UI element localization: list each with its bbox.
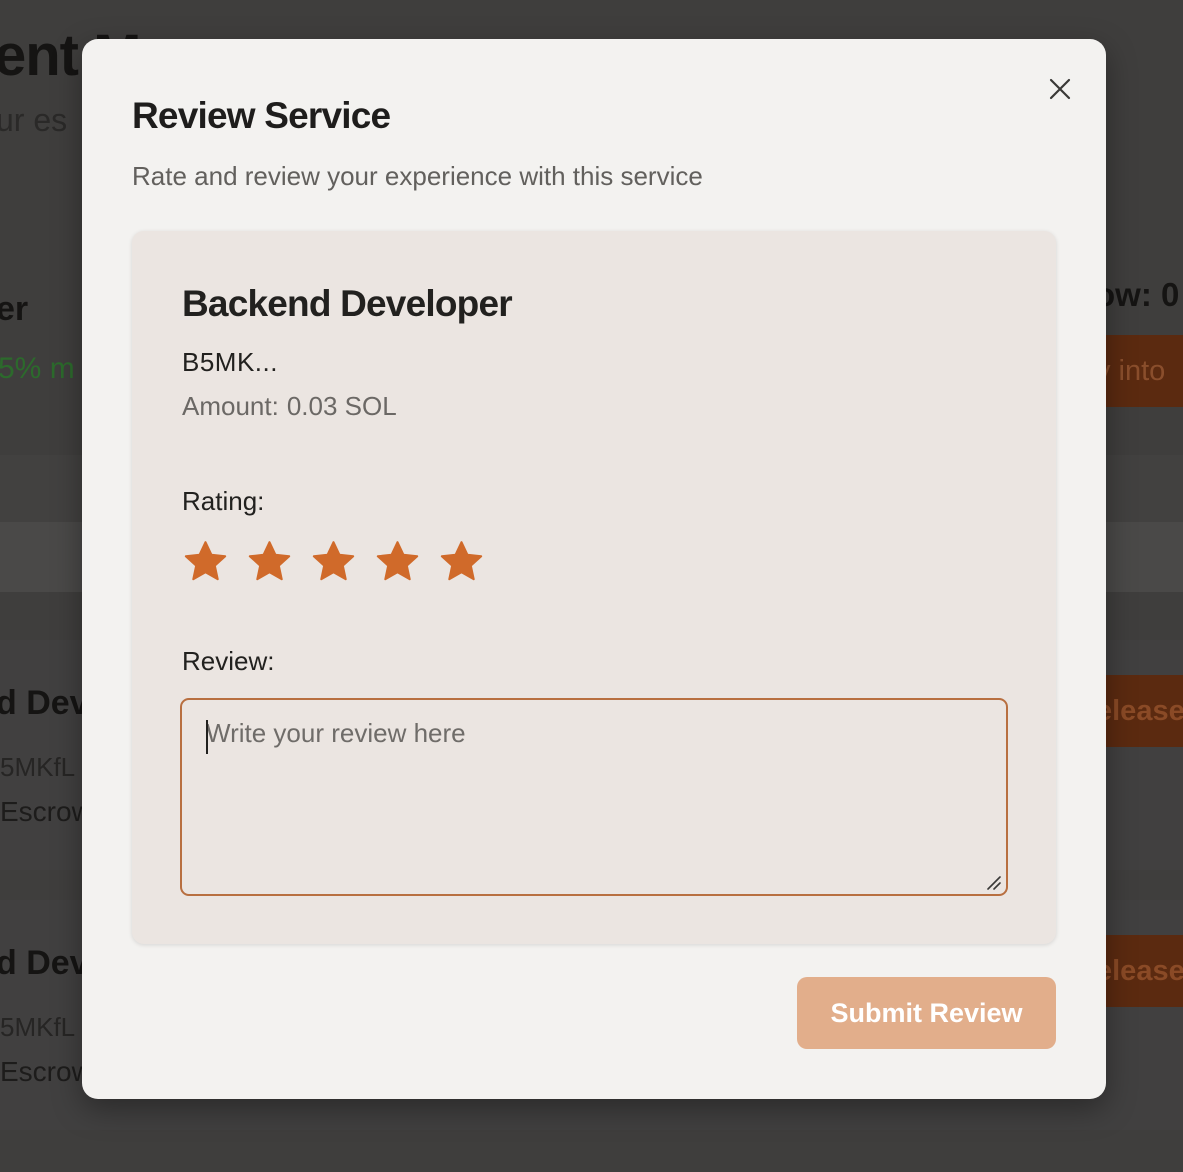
escrow-total: ow: 0 bbox=[1095, 276, 1180, 313]
resize-handle-icon[interactable] bbox=[984, 873, 1002, 891]
close-icon bbox=[1049, 78, 1071, 100]
star-icon[interactable] bbox=[374, 539, 421, 585]
amount-label: Amount: bbox=[182, 391, 279, 421]
star-icon[interactable] bbox=[182, 539, 229, 585]
dialog-subtitle: Rate and review your experience with thi… bbox=[132, 161, 703, 191]
review-dialog: Review Service Rate and review your expe… bbox=[82, 39, 1106, 1099]
star-rating bbox=[182, 539, 485, 585]
card-title: d Dev bbox=[0, 684, 89, 722]
star-icon[interactable] bbox=[438, 539, 485, 585]
review-label: Review: bbox=[182, 646, 275, 676]
close-button[interactable] bbox=[1044, 73, 1076, 105]
submit-review-button[interactable]: Submit Review bbox=[797, 977, 1056, 1049]
provider-id: B5MK... bbox=[182, 347, 278, 377]
star-icon[interactable] bbox=[310, 539, 357, 585]
dialog-title: Review Service bbox=[132, 95, 391, 136]
page-subtitle: ur es bbox=[0, 102, 68, 138]
card-id: 5MKfL bbox=[0, 1012, 76, 1042]
amount-value: 0.03 SOL bbox=[286, 391, 397, 421]
service-card: Backend Developer B5MK... Amount: 0.03 SO… bbox=[132, 231, 1056, 944]
rating-label: Rating: bbox=[182, 486, 265, 516]
review-textarea[interactable] bbox=[180, 698, 1008, 896]
card-status: Escrow bbox=[0, 1056, 92, 1087]
section-title: er bbox=[0, 290, 29, 328]
text-cursor bbox=[206, 720, 208, 754]
service-amount: Amount: 0.03 SOL bbox=[182, 391, 397, 422]
card-status: Escrow bbox=[0, 796, 92, 827]
card-id: 5MKfL bbox=[0, 752, 76, 782]
star-icon[interactable] bbox=[246, 539, 293, 585]
metric-text: 5% m bbox=[0, 352, 75, 385]
service-title: Backend Developer bbox=[182, 283, 513, 324]
